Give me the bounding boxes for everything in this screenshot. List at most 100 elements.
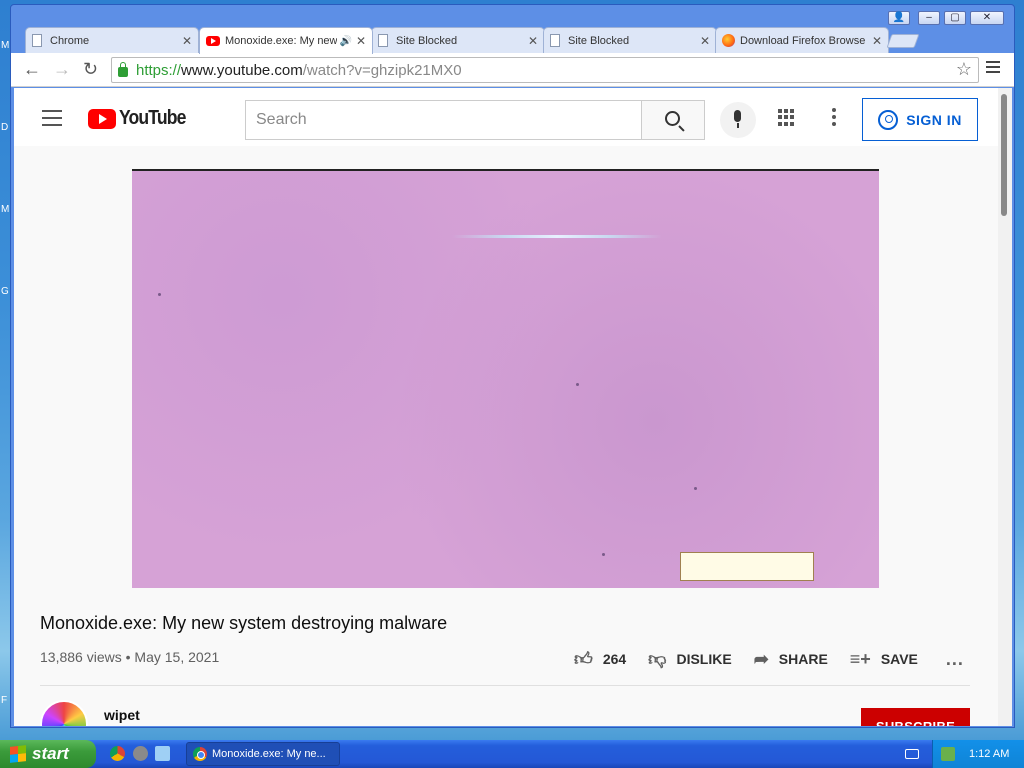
network-icon[interactable]	[941, 747, 955, 761]
close-icon[interactable]: ✕	[528, 34, 538, 48]
search-button[interactable]	[641, 100, 705, 140]
tab-site-blocked[interactable]: Site Blocked ✕	[543, 27, 717, 53]
clock[interactable]: 1:12 AM	[969, 748, 1009, 760]
windows-logo-icon	[10, 745, 26, 763]
new-tab-button[interactable]	[886, 34, 920, 48]
sign-in-button[interactable]: SIGN IN	[862, 98, 978, 141]
dislike-button[interactable]: 👎︎ DISLIKE	[648, 648, 732, 670]
forward-icon[interactable]: →	[53, 59, 71, 80]
microphone-icon[interactable]	[720, 102, 756, 138]
video-artifact	[694, 487, 697, 490]
keyboard-icon[interactable]	[905, 749, 919, 759]
video-title: Monoxide.exe: My new system destroying m…	[40, 613, 448, 633]
tab-strip: Chrome ✕ Monoxide.exe: My new 🔊 ✕ Site B…	[11, 5, 1014, 54]
dislike-label: DISLIKE	[676, 651, 732, 667]
search-placeholder: Search	[256, 111, 307, 128]
youtube-header: YouTube Search SIGN IN	[14, 88, 999, 146]
logo-text: YouTube	[119, 107, 186, 129]
chrome-quicklaunch-icon[interactable]	[110, 746, 125, 761]
search-input[interactable]: Search	[245, 100, 642, 140]
doc-icon	[378, 34, 388, 47]
minimize-button[interactable]: –	[918, 11, 940, 25]
video-actions: 👍︎ 264 👎︎ DISLIKE ➦ SHARE ≡+ SAVE ...	[574, 648, 964, 670]
back-icon[interactable]: ←	[23, 59, 41, 80]
hamburger-menu-icon[interactable]	[42, 110, 62, 131]
page-content: YouTube Search SIGN IN Monoxide.exe: My …	[14, 88, 1012, 726]
chrome-menu-icon[interactable]	[986, 61, 1000, 76]
close-icon[interactable]: ✕	[872, 34, 882, 48]
doc-icon	[550, 34, 560, 47]
tab-title: Monoxide.exe: My new	[225, 35, 338, 47]
close-window-button[interactable]: ✕	[970, 11, 1004, 25]
save-button[interactable]: ≡+ SAVE	[850, 649, 918, 670]
taskbar-window-title: Monoxide.exe: My ne...	[212, 748, 326, 760]
upload-date: May 15, 2021	[134, 649, 220, 665]
address-bar[interactable]: https:// www.youtube.com /watch?v=ghzipk…	[111, 57, 979, 83]
view-count: 13,886 views	[40, 649, 122, 665]
scrollbar-thumb[interactable]	[1001, 94, 1007, 216]
subscribe-button[interactable]: SUBSCRIBE	[861, 708, 970, 726]
taskbar: start Monoxide.exe: My ne... 1:12 AM	[0, 740, 1024, 768]
url-scheme: https://	[136, 61, 182, 79]
account-icon	[878, 109, 899, 130]
tab-title: Site Blocked	[396, 34, 458, 47]
video-artifact	[452, 235, 662, 238]
start-button[interactable]: start	[0, 740, 96, 768]
sign-in-label: SIGN IN	[906, 111, 962, 128]
video-artifact	[576, 383, 579, 386]
video-meta: 13,886 views • May 15, 2021	[40, 649, 219, 665]
browser-window: Chrome ✕ Monoxide.exe: My new 🔊 ✕ Site B…	[10, 4, 1015, 728]
doc-icon	[32, 34, 42, 47]
tab-youtube[interactable]: Monoxide.exe: My new 🔊 ✕	[199, 27, 373, 54]
system-tray: 1:12 AM	[932, 740, 1024, 768]
desktop-icon-label[interactable]: F	[1, 695, 7, 706]
bookmark-star-icon[interactable]: ☆	[956, 59, 972, 80]
video-artifact	[602, 553, 605, 556]
chrome-icon	[193, 747, 207, 761]
video-player[interactable]	[132, 169, 879, 588]
desktop-icon-label[interactable]: G	[1, 286, 9, 297]
app-quicklaunch-icon[interactable]	[133, 746, 148, 761]
apps-grid-icon[interactable]	[778, 109, 795, 126]
firefox-icon	[722, 34, 735, 47]
channel-name[interactable]: wipet	[104, 707, 140, 723]
share-button[interactable]: ➦ SHARE	[754, 649, 828, 670]
tab-title: Site Blocked	[568, 34, 630, 47]
desktop-icon-label[interactable]: M	[1, 40, 9, 51]
youtube-play-icon	[88, 108, 116, 129]
tab-firefox[interactable]: Download Firefox Browse ✕	[715, 27, 889, 53]
desktop-icon-label[interactable]: D	[1, 122, 8, 133]
user-icon[interactable]: 👤	[888, 11, 910, 25]
more-options-icon[interactable]	[832, 108, 836, 129]
close-icon[interactable]: ✕	[700, 34, 710, 48]
close-icon[interactable]: ✕	[356, 34, 366, 48]
like-count: 264	[602, 651, 627, 667]
close-icon[interactable]: ✕	[182, 34, 192, 48]
url-path: /watch?v=ghzipk21MX0	[302, 61, 462, 79]
thumbs-down-icon: 👎︎	[648, 649, 667, 669]
divider	[40, 685, 970, 686]
url-host: www.youtube.com	[181, 61, 303, 79]
youtube-logo[interactable]: YouTube	[88, 107, 195, 130]
thumbs-up-icon: 👍︎	[574, 649, 593, 669]
page-scrollbar[interactable]	[998, 88, 1012, 726]
browser-toolbar: ← → ↻ https:// www.youtube.com /watch?v=…	[11, 53, 1014, 87]
share-label: SHARE	[778, 651, 828, 667]
maximize-button[interactable]: ▢	[944, 11, 966, 25]
desktop-icon-label[interactable]: M	[1, 204, 9, 215]
like-button[interactable]: 👍︎ 264	[574, 648, 626, 670]
reload-icon[interactable]: ↻	[83, 59, 98, 80]
ie-quicklaunch-icon[interactable]	[155, 746, 170, 761]
tab-site-blocked[interactable]: Site Blocked ✕	[371, 27, 545, 53]
taskbar-window-button[interactable]: Monoxide.exe: My ne...	[186, 742, 340, 766]
lock-icon	[118, 62, 128, 77]
tab-chrome[interactable]: Chrome ✕	[25, 27, 199, 53]
share-icon: ➦	[753, 648, 769, 669]
video-artifact	[158, 293, 161, 296]
playlist-add-icon: ≡+	[849, 648, 871, 669]
more-actions-button[interactable]: ...	[946, 649, 964, 670]
channel-avatar[interactable]	[40, 700, 88, 726]
save-label: SAVE	[880, 651, 918, 667]
speaker-icon[interactable]: 🔊	[339, 36, 351, 47]
meta-separator: •	[125, 649, 131, 665]
